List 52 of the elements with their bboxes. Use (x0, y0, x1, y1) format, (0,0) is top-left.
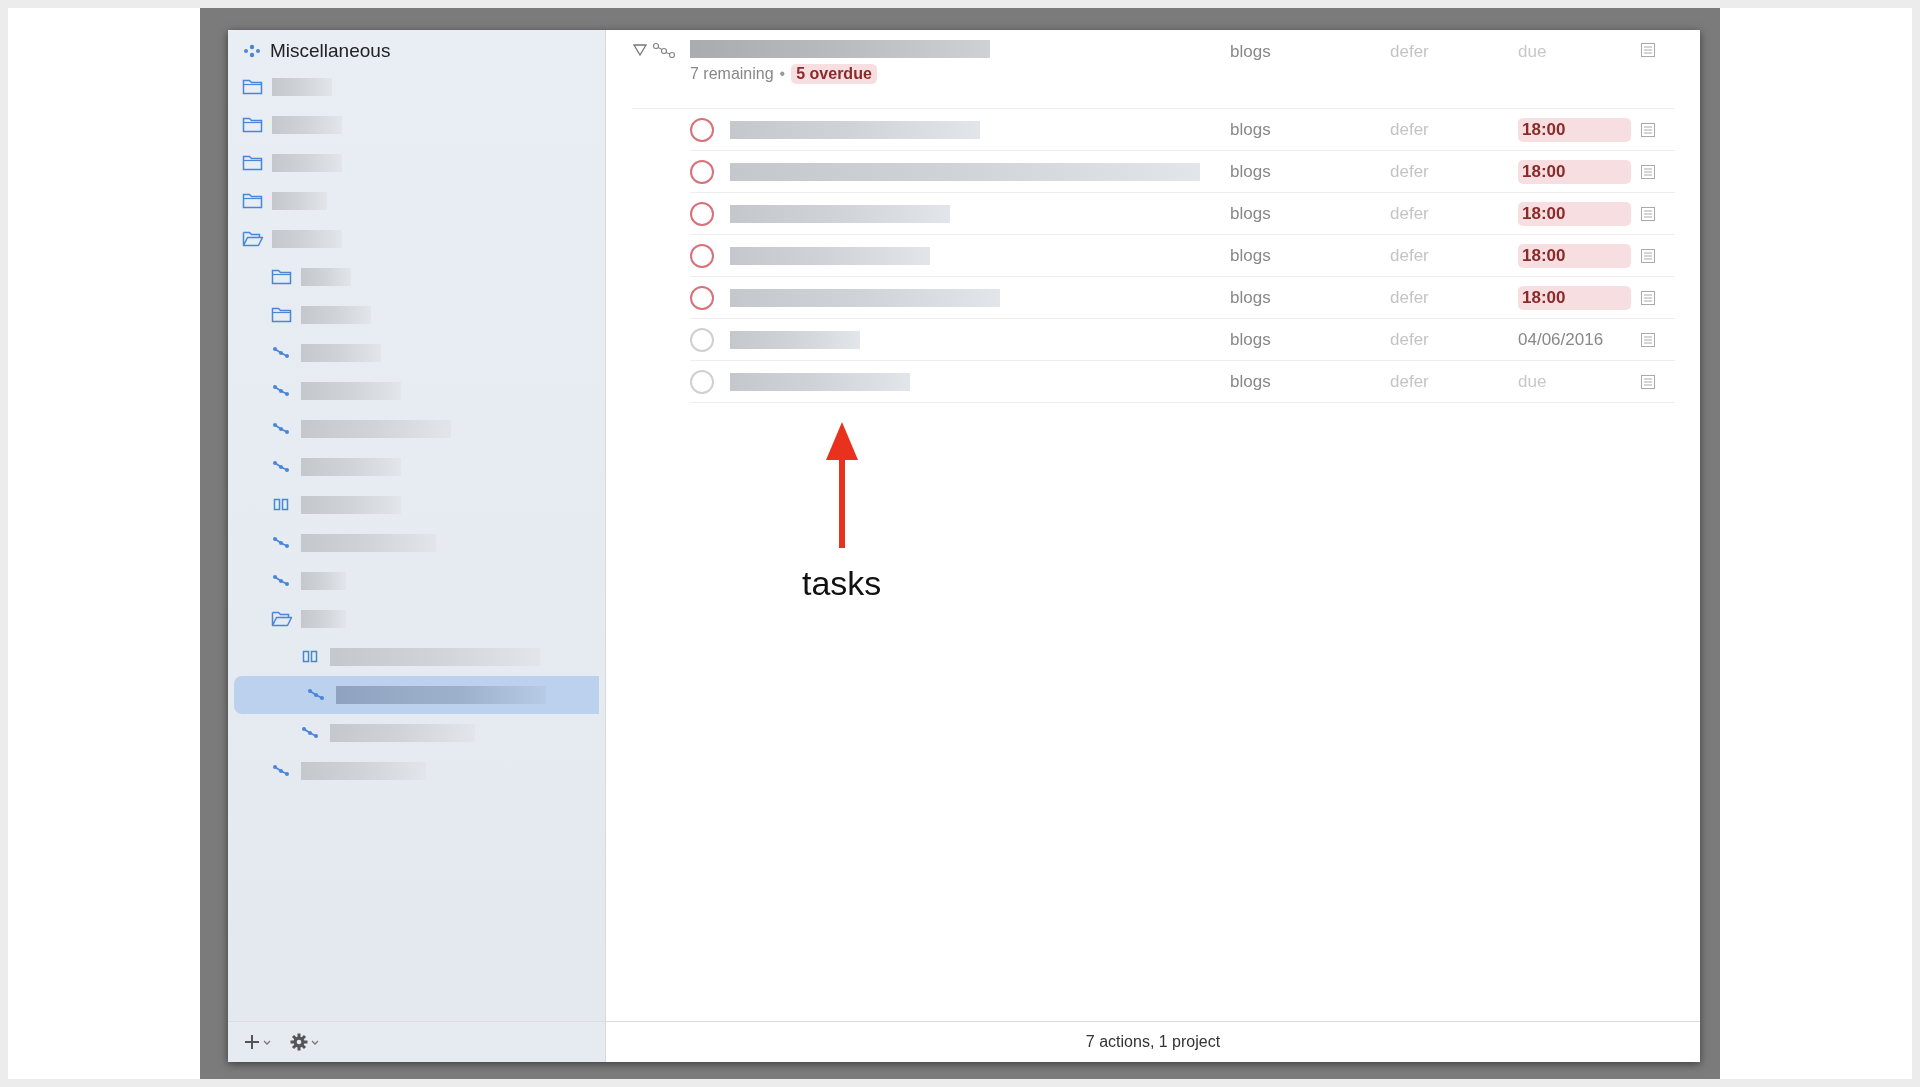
remaining-count: 7 remaining (690, 65, 774, 83)
task-checkbox[interactable] (690, 117, 714, 142)
task-checkbox[interactable] (690, 327, 714, 352)
overdue-date[interactable]: 18:00 (1518, 285, 1631, 310)
overdue-date[interactable]: 18:00 (1518, 201, 1631, 226)
blurred-text (272, 154, 342, 172)
connected-circles-icon (652, 42, 676, 58)
note-icon (1640, 42, 1656, 58)
note-icon (1640, 331, 1656, 348)
blurred-text (272, 230, 342, 248)
note-icon (1640, 373, 1656, 390)
task-row[interactable]: blogs defer 18:00 (690, 277, 1675, 319)
task-row[interactable]: blogs defer 18:00 (690, 235, 1675, 277)
note-icon (1640, 205, 1656, 222)
note-icon (1640, 163, 1656, 180)
blurred-text (301, 306, 371, 324)
context-label[interactable]: blogs (1230, 203, 1390, 224)
context-label[interactable]: blogs (1230, 245, 1390, 266)
task-row[interactable]: blogs defer 18:00 (690, 109, 1675, 151)
context-label[interactable]: blogs (1230, 287, 1390, 308)
blurred-text (272, 78, 332, 96)
note-icon (1640, 247, 1656, 264)
task-checkbox[interactable] (690, 369, 714, 394)
task-checkbox[interactable] (690, 201, 714, 226)
context-label[interactable]: blogs (1230, 329, 1390, 350)
context-label[interactable]: blogs (1230, 161, 1390, 182)
blurred-text (301, 268, 351, 286)
annotation-label: tasks (802, 564, 882, 603)
task-row[interactable]: blogs defer 18:00 (690, 193, 1675, 235)
task-row[interactable]: blogs defer 18:00 (690, 151, 1675, 193)
status-text: 7 actions, 1 project (1085, 1033, 1221, 1051)
context-label[interactable]: blogs (1230, 371, 1390, 392)
context-label[interactable]: blogs (1230, 38, 1390, 62)
sidebar-header[interactable]: Miscellaneous (270, 40, 391, 62)
blurred-text (272, 116, 342, 134)
overdue-badge: 5 overdue (791, 64, 877, 84)
overdue-date[interactable]: 18:00 (1518, 243, 1631, 268)
overdue-date[interactable]: 18:00 (1518, 159, 1631, 184)
task-checkbox[interactable] (690, 159, 714, 184)
sidebar-item[interactable] (234, 676, 599, 714)
task-row[interactable]: blogs defer 04/06/2016 (690, 319, 1675, 361)
context-label[interactable]: blogs (1230, 119, 1390, 140)
task-checkbox[interactable] (690, 243, 714, 268)
note-icon (1640, 121, 1656, 138)
separator-dot: • (779, 65, 786, 83)
task-checkbox[interactable] (690, 285, 714, 310)
blurred-text (301, 610, 346, 628)
overdue-date[interactable]: 18:00 (1518, 117, 1631, 142)
blurred-text (272, 192, 327, 210)
note-icon (1640, 289, 1656, 306)
due-date[interactable]: 04/06/2016 (1518, 329, 1640, 350)
blurred-text (301, 572, 346, 590)
